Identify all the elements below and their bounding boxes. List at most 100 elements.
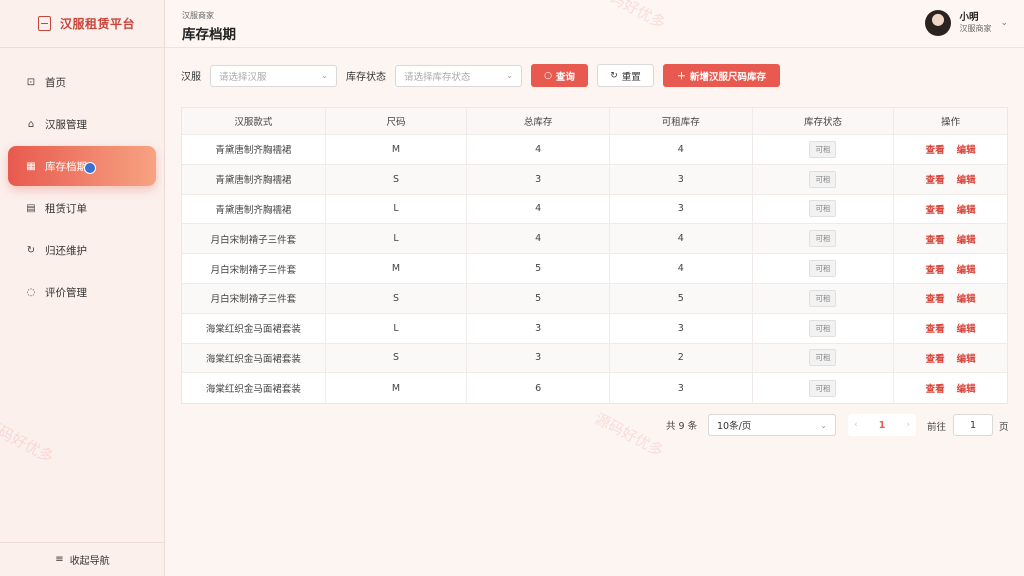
sidebar-item-label: 评价管理 xyxy=(45,286,87,299)
edit-link[interactable]: 编辑 xyxy=(957,381,976,395)
user-menu[interactable]: 小明 汉服商家 ⌄ xyxy=(925,10,1008,36)
edit-link[interactable]: 编辑 xyxy=(957,262,976,276)
app-title: 汉服租赁平台 xyxy=(60,17,136,31)
cell-available: 3 xyxy=(610,164,753,194)
cell-size: M xyxy=(326,254,468,283)
sidebar-item-label: 库存档期 xyxy=(45,160,87,173)
table-row: 青黛唐制齐胸襦裙 L 4 3 可租 查看 编辑 xyxy=(182,194,1007,225)
app-logo[interactable]: 汉服租赁平台 xyxy=(0,0,164,48)
chevron-down-icon: ⌄ xyxy=(820,420,827,430)
cell-status: 可租 xyxy=(753,224,895,254)
watermark: 源码好优多 xyxy=(591,409,667,461)
cell-available: 3 xyxy=(610,373,753,404)
status-filter-label: 库存状态 xyxy=(346,72,386,83)
cell-size: S xyxy=(326,283,468,313)
view-link[interactable]: 查看 xyxy=(926,142,945,156)
add-inventory-button[interactable]: ＋ 新增汉服尺码库存 xyxy=(663,64,780,87)
view-link[interactable]: 查看 xyxy=(926,172,945,186)
cell-style: 海棠红织金马面裙套装 xyxy=(182,313,326,343)
current-page-button[interactable]: 1 xyxy=(879,420,886,431)
view-link[interactable]: 查看 xyxy=(926,291,945,305)
column-header: 尺码 xyxy=(326,108,468,134)
sidebar-item-label: 汉服管理 xyxy=(45,118,87,131)
status-badge: 可租 xyxy=(809,200,837,218)
cell-actions: 查看 编辑 xyxy=(894,254,1007,283)
cell-available: 3 xyxy=(610,313,753,343)
cell-size: S xyxy=(326,343,468,373)
cell-actions: 查看 编辑 xyxy=(894,373,1007,403)
status-select[interactable]: 请选择库存状态 ⌄ xyxy=(395,64,522,87)
table-row: 海棠红织金马面裙套装 S 3 2 可租 查看 编辑 xyxy=(182,343,1007,374)
cell-actions: 查看 编辑 xyxy=(894,195,1007,224)
breadcrumb: 汉服商家 xyxy=(182,11,214,20)
table-row: 海棠红织金马面裙套装 L 3 3 可租 查看 编辑 xyxy=(182,313,1007,344)
sidebar-item-reviews[interactable]: ◌ 评价管理 xyxy=(8,272,156,312)
reset-button[interactable]: ↻ 重置 xyxy=(597,64,654,87)
cell-total: 5 xyxy=(467,254,610,283)
cell-status: 可租 xyxy=(753,313,895,343)
view-link[interactable]: 查看 xyxy=(926,321,945,335)
view-link[interactable]: 查看 xyxy=(926,351,945,365)
user-role: 汉服商家 xyxy=(959,24,992,33)
top-header: 汉服商家 库存档期 小明 汉服商家 ⌄ xyxy=(165,0,1024,48)
sidebar-item-orders[interactable]: ▤ 租赁订单 xyxy=(8,188,156,228)
edit-link[interactable]: 编辑 xyxy=(957,351,976,365)
chevron-down-icon: ⌄ xyxy=(1000,18,1008,28)
column-header: 汉服款式 xyxy=(182,108,326,134)
page-navigator: ‹ 1 › xyxy=(848,414,916,436)
book-icon xyxy=(38,16,51,31)
cell-actions: 查看 编辑 xyxy=(894,165,1007,194)
view-link[interactable]: 查看 xyxy=(926,232,945,246)
cell-style: 月白宋制褙子三件套 xyxy=(182,283,326,313)
cell-actions: 查看 编辑 xyxy=(894,135,1007,164)
page-title: 库存档期 xyxy=(182,27,236,43)
collapse-nav-button[interactable]: ≡ 收起导航 xyxy=(0,542,165,576)
table-row: 月白宋制褙子三件套 S 5 5 可租 查看 编辑 xyxy=(182,283,1007,314)
cell-style: 海棠红织金马面裙套装 xyxy=(182,373,326,404)
sidebar-item-label: 归还维护 xyxy=(45,244,87,257)
hanfu-filter-label: 汉服 xyxy=(181,72,201,83)
status-select-placeholder: 请选择库存状态 xyxy=(404,71,471,83)
edit-link[interactable]: 编辑 xyxy=(957,232,976,246)
hanfu-select-placeholder: 请选择汉服 xyxy=(219,71,267,83)
cell-size: L xyxy=(326,194,468,224)
cell-actions: 查看 编辑 xyxy=(894,284,1007,313)
cell-status: 可租 xyxy=(753,254,895,283)
cell-style: 青黛唐制齐胸襦裙 xyxy=(182,135,326,164)
sidebar-item-home[interactable]: ⊡ 首页 xyxy=(8,62,156,102)
goto-page-input[interactable]: 1 xyxy=(953,414,993,436)
cell-size: S xyxy=(326,164,468,194)
page-size-select[interactable]: 10条/页 ⌄ xyxy=(708,414,836,436)
edit-link[interactable]: 编辑 xyxy=(957,202,976,216)
sidebar-item-returns[interactable]: ↻ 归还维护 xyxy=(8,230,156,270)
dashboard-icon: ⊡ xyxy=(26,76,36,88)
column-header: 可租库存 xyxy=(610,108,753,134)
hanfu-select[interactable]: 请选择汉服 ⌄ xyxy=(210,64,337,87)
prev-page-icon[interactable]: ‹ xyxy=(854,420,858,430)
next-page-icon[interactable]: › xyxy=(906,420,910,430)
cell-total: 3 xyxy=(467,343,610,373)
status-badge: 可租 xyxy=(809,289,837,307)
view-link[interactable]: 查看 xyxy=(926,202,945,216)
table-header-row: 汉服款式 尺码 总库存 可租库存 库存状态 操作 xyxy=(182,108,1007,135)
cell-status: 可租 xyxy=(753,373,895,404)
cell-actions: 查看 编辑 xyxy=(894,344,1007,373)
status-badge: 可租 xyxy=(809,379,837,397)
edit-link[interactable]: 编辑 xyxy=(957,291,976,305)
calendar-icon: ▦ xyxy=(26,160,36,172)
view-link[interactable]: 查看 xyxy=(926,381,945,395)
cell-status: 可租 xyxy=(753,135,895,164)
edit-link[interactable]: 编辑 xyxy=(957,172,976,186)
page-size-value: 10条/页 xyxy=(717,421,752,432)
sidebar-item-inventory[interactable]: ▦ 库存档期 xyxy=(8,146,156,186)
collapse-nav-label: 收起导航 xyxy=(69,556,110,567)
view-link[interactable]: 查看 xyxy=(926,262,945,276)
sidebar-item-hanfu[interactable]: ⌂ 汉服管理 xyxy=(8,104,156,144)
cell-style: 青黛唐制齐胸襦裙 xyxy=(182,164,326,194)
query-button[interactable]: ○ 查询 xyxy=(531,64,588,87)
edit-link[interactable]: 编辑 xyxy=(957,142,976,156)
edit-link[interactable]: 编辑 xyxy=(957,321,976,335)
refresh-icon: ↻ xyxy=(26,244,36,256)
avatar xyxy=(925,10,952,36)
sidebar-item-label: 首页 xyxy=(45,76,66,89)
